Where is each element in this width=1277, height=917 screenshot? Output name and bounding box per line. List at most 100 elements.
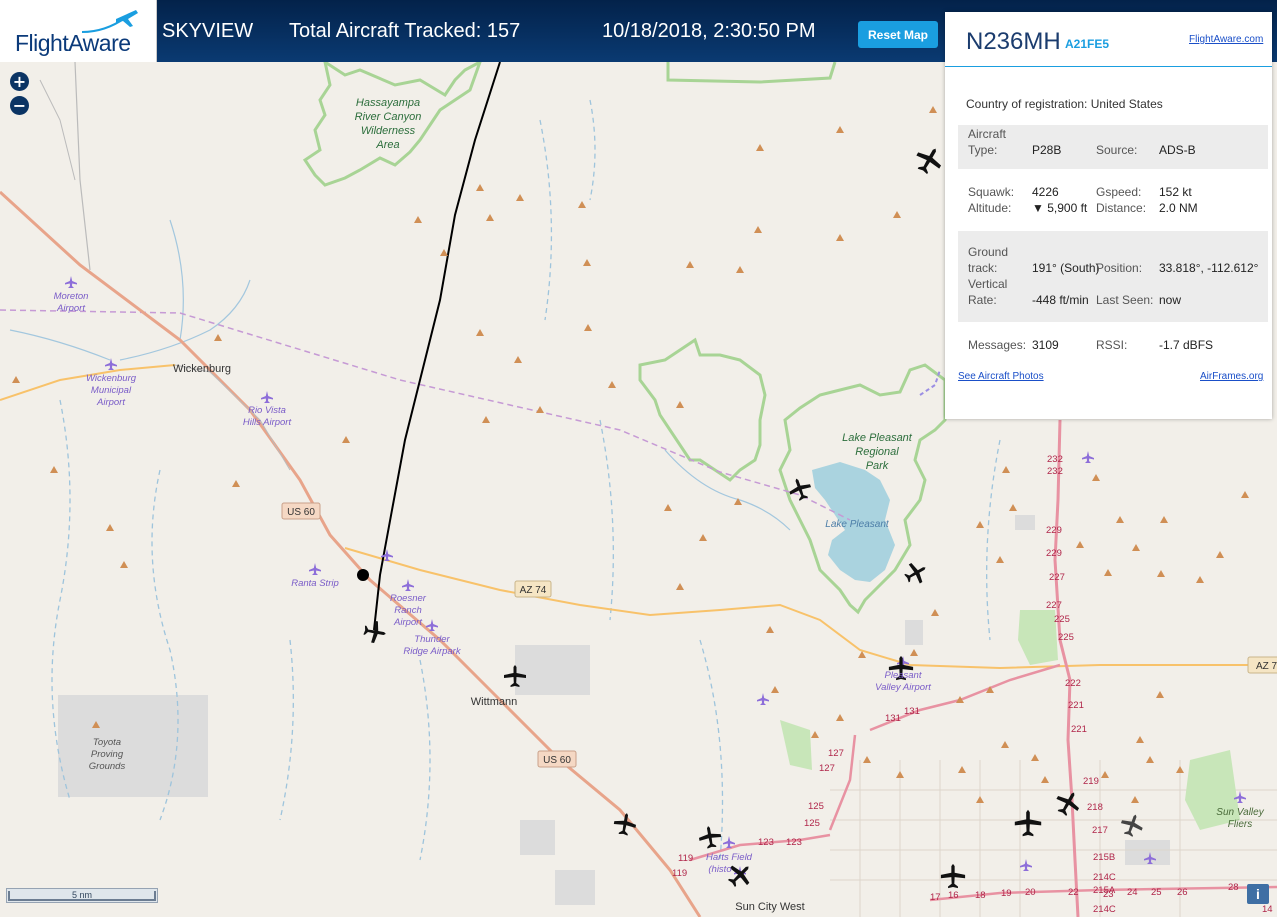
rio-vista-label-1: Rio Vista bbox=[248, 405, 286, 416]
road-number: 24 bbox=[1127, 887, 1138, 898]
lake-pleasant-label: Lake Pleasant bbox=[825, 519, 890, 530]
road-number: 232 bbox=[1047, 454, 1063, 465]
grounds-labels: Toyota Proving Grounds bbox=[89, 737, 126, 772]
scale-label: 5 nm bbox=[71, 890, 92, 900]
toyota-label-1: Toyota bbox=[93, 737, 121, 748]
az74-shield-a: AZ 74 bbox=[520, 585, 547, 596]
rio-vista-label-2: Hills Airport bbox=[243, 417, 292, 428]
road-number: 232 bbox=[1047, 466, 1063, 477]
flightaware-logo[interactable]: FlightAware bbox=[0, 0, 157, 62]
pleasant-valley-label-1: Pleasant bbox=[885, 670, 922, 681]
road-number: 229 bbox=[1046, 548, 1062, 559]
hassayampa-label-3: Wilderness bbox=[361, 125, 416, 137]
road-number: 127 bbox=[828, 748, 844, 759]
road-number: 217 bbox=[1092, 825, 1108, 836]
road-number: 214C bbox=[1093, 904, 1116, 915]
squawk-label: Squawk: bbox=[968, 185, 1015, 199]
map-scale: 5 nm bbox=[6, 888, 158, 903]
wittmann-label: Wittmann bbox=[471, 696, 517, 708]
lake-park-label-2: Regional bbox=[855, 446, 899, 458]
road-number: 125 bbox=[804, 818, 820, 829]
road-number: 219 bbox=[1083, 776, 1099, 787]
road-number: 123 bbox=[758, 837, 774, 848]
rssi-label: RSSI: bbox=[1096, 338, 1128, 352]
app-title: SKYVIEW bbox=[162, 20, 254, 42]
track-label: track: bbox=[968, 261, 998, 275]
gspeed-value: 152 kt bbox=[1159, 185, 1192, 199]
reset-map-button[interactable]: Reset Map bbox=[858, 21, 938, 48]
road-number: 119 bbox=[678, 853, 693, 864]
lake-park-label-1: Lake Pleasant bbox=[842, 432, 913, 444]
altitude-value: ▼ 5,900 ft bbox=[1032, 201, 1088, 215]
gspeed-label: Gspeed: bbox=[1096, 185, 1142, 199]
info-icon[interactable]: i bbox=[1247, 884, 1269, 904]
ground-label: Ground bbox=[968, 245, 1009, 259]
distance-value: 2.0 NM bbox=[1159, 201, 1198, 215]
road-number: 131 bbox=[885, 713, 901, 724]
harts-label-1: Harts Field bbox=[706, 852, 753, 863]
zoom-in-button[interactable]: + bbox=[10, 72, 29, 91]
altitude-label: Altitude: bbox=[968, 201, 1012, 215]
flightaware-link[interactable]: FlightAware.com bbox=[1189, 34, 1263, 45]
logo-plane-icon bbox=[81, 10, 138, 33]
toyota-label-3: Grounds bbox=[89, 761, 126, 772]
position-value: 33.818°, -112.612° bbox=[1159, 261, 1259, 275]
rssi-value: -1.7 dBFS bbox=[1159, 338, 1214, 352]
road-number: 23 bbox=[1103, 889, 1114, 900]
airframes-link[interactable]: AirFrames.org bbox=[1200, 371, 1263, 382]
road-number: 19 bbox=[1001, 888, 1012, 899]
sun-city-west-label: Sun City West bbox=[735, 901, 805, 913]
lake-park-label-3: Park bbox=[866, 460, 889, 472]
sun-valley-label-2: Fliers bbox=[1228, 819, 1252, 830]
moreton-label-2: Airport bbox=[56, 303, 85, 314]
road-number: 18 bbox=[975, 890, 986, 901]
aircraft-photos-link[interactable]: See Aircraft Photos bbox=[958, 371, 1044, 382]
road-number: 214C bbox=[1093, 872, 1116, 883]
source-value: ADS-B bbox=[1159, 143, 1196, 157]
road-number: 131 bbox=[904, 706, 920, 717]
toyota-label-2: Proving bbox=[91, 749, 124, 760]
zoom-out-button[interactable]: − bbox=[10, 96, 29, 115]
vrate-value: -448 ft/min bbox=[1032, 293, 1089, 307]
lastseen-value: now bbox=[1159, 293, 1182, 307]
aircraft-label: Aircraft bbox=[968, 127, 1007, 141]
road-number: 22 bbox=[1068, 887, 1079, 898]
track-value: 191° (South) bbox=[1032, 261, 1100, 275]
registration: N236MH bbox=[966, 28, 1061, 55]
road-number: 222 bbox=[1065, 678, 1081, 689]
wickenburg-airport-label-3: Airport bbox=[96, 397, 125, 408]
road-number: 17 bbox=[930, 892, 941, 903]
position-label: Position: bbox=[1096, 261, 1143, 275]
messages-label: Messages: bbox=[968, 338, 1027, 352]
road-number: 215B bbox=[1093, 852, 1115, 863]
road-number: 227 bbox=[1046, 600, 1062, 611]
country-label: Country of registration: bbox=[966, 97, 1088, 111]
wickenburg-airport-label-1: Wickenburg bbox=[86, 373, 137, 384]
road-number: 20 bbox=[1025, 887, 1036, 898]
road-number: 119 bbox=[672, 868, 687, 879]
road-number: 25 bbox=[1151, 887, 1162, 898]
road-number: 26 bbox=[1177, 887, 1188, 898]
vertical-label: Vertical bbox=[968, 277, 1008, 291]
harts-label-2: (histo bbox=[708, 864, 731, 875]
panel-divider bbox=[945, 66, 1272, 67]
moreton-label-1: Moreton bbox=[54, 291, 89, 302]
wickenburg-label: Wickenburg bbox=[173, 363, 231, 375]
hassayampa-label-4: Area bbox=[375, 139, 399, 151]
aircraft-info-panel: N236MH A21FE5 FlightAware.com Country of… bbox=[945, 12, 1272, 419]
roesner-label-1: Roesner bbox=[390, 593, 427, 604]
road-number: 127 bbox=[819, 763, 835, 774]
messages-value: 3109 bbox=[1032, 338, 1059, 352]
road-number: 123 bbox=[786, 837, 802, 848]
distance-label: Distance: bbox=[1096, 201, 1147, 215]
road-number: 28 bbox=[1228, 882, 1239, 893]
total-tracked: Total Aircraft Tracked: 157 bbox=[289, 20, 521, 42]
hassayampa-label-1: Hassayampa bbox=[356, 97, 420, 109]
roesner-label-3: Airport bbox=[393, 617, 422, 628]
hex-code: A21FE5 bbox=[1065, 37, 1110, 51]
track-section: Ground track: 191° (South) Position: 33.… bbox=[958, 231, 1268, 322]
hassayampa-label-2: River Canyon bbox=[355, 111, 422, 123]
lastseen-label: Last Seen: bbox=[1096, 293, 1154, 307]
road-number: 225 bbox=[1058, 632, 1074, 643]
rate-label: Rate: bbox=[968, 293, 997, 307]
